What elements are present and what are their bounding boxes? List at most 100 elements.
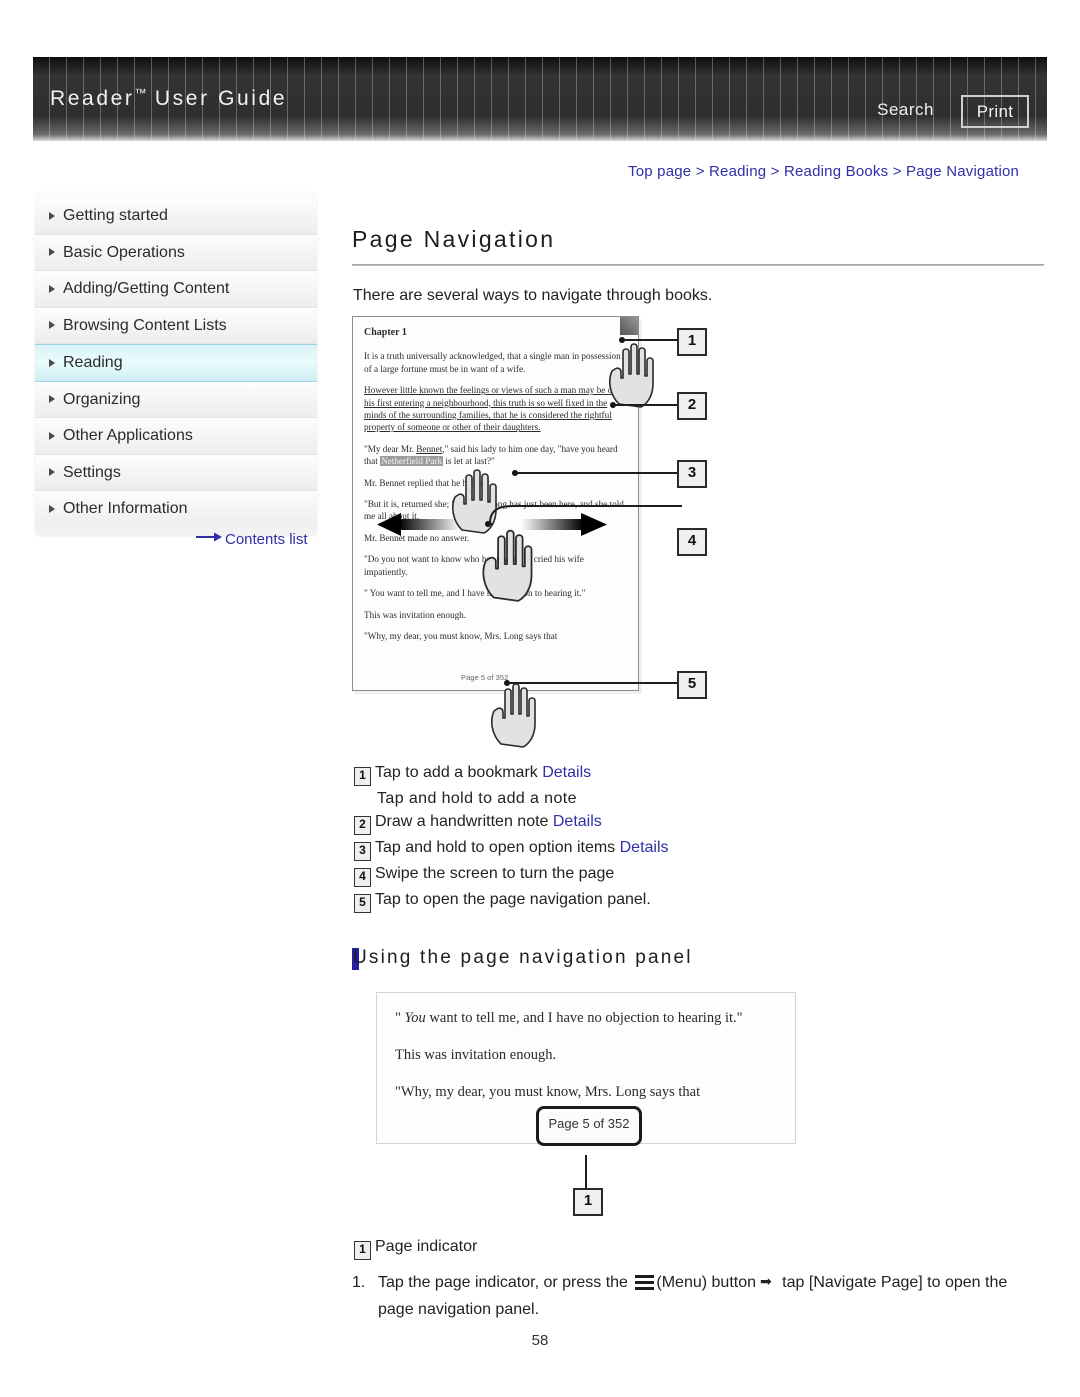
legend-number: 2: [354, 816, 371, 835]
contents-list-label: Contents list: [225, 531, 308, 548]
legend-text-wrap: Swipe the screen to turn the page: [375, 865, 614, 883]
highlighted-text: Netherfield Park: [380, 456, 444, 467]
app-header: Reader™ User Guide Search Print: [33, 57, 1047, 141]
legend-text: Page indicator: [375, 1238, 478, 1255]
ereader-paragraph: "Do you not want to know who has taken i…: [364, 554, 584, 577]
chevron-right-icon: [49, 284, 55, 293]
ereader-paragraph: "Why, my dear, you must know, Mrs. Long …: [364, 630, 558, 641]
sidebar-item-label: Reading: [63, 354, 123, 371]
legend-number: 4: [354, 868, 371, 887]
ereader-paragraph: It is a truth universally acknowledged, …: [364, 351, 621, 374]
step-text-part2: (Menu) button: [656, 1274, 756, 1291]
legend-text: Draw a handwritten note: [375, 813, 553, 830]
legend-text-wrap: Tap to add a bookmark Details: [375, 764, 591, 782]
sidebar-item-adding-getting-content[interactable]: Adding/Getting Content: [35, 271, 317, 308]
subheading: Using the page navigation panel: [353, 947, 693, 968]
sidebar-item-getting-started[interactable]: Getting started: [35, 198, 317, 235]
chevron-right-icon: [49, 358, 55, 367]
panel-line-3: "Why, my dear, you must know, Mrs. Long …: [395, 1084, 701, 1100]
legend-number: 5: [354, 894, 371, 913]
ereader-body-text: Chapter 1 It is a truth universally ackn…: [364, 327, 628, 651]
legend-text-wrap: Tap to open the page navigation panel.: [375, 891, 651, 909]
arrow-right-glyph-icon: ➡: [760, 1273, 772, 1289]
breadcrumb[interactable]: Top page > Reading > Reading Books > Pag…: [628, 163, 1019, 180]
sidebar-item-basic-operations[interactable]: Basic Operations: [35, 234, 317, 271]
contents-list-link[interactable]: Contents list: [196, 529, 308, 548]
step-text-part4: page navigation panel.: [378, 1301, 540, 1318]
sidebar-item-organizing[interactable]: Organizing: [35, 381, 317, 418]
callout-3: 3: [677, 460, 707, 488]
sidebar-item-label: Adding/Getting Content: [63, 280, 230, 297]
sidebar-nav: Getting started Basic Operations Adding/Ge…: [35, 192, 317, 535]
ereader-paragraph-underlined: However little known the feelings or vie…: [364, 385, 617, 433]
callout-2: 2: [677, 392, 707, 420]
chevron-right-icon: [49, 468, 55, 477]
intro-paragraph: There are several ways to navigate throu…: [353, 287, 713, 304]
panel-line1-rest: want to tell me, and I have no objection…: [425, 1010, 743, 1026]
chevron-right-icon: [49, 321, 55, 330]
sidebar-item-browsing-content-lists[interactable]: Browsing Content Lists: [35, 307, 317, 344]
sidebar-item-label: Settings: [63, 463, 121, 481]
chevron-right-icon: [49, 431, 55, 440]
leader-line: [613, 404, 677, 406]
step-text-part3: tap [Navigate Page] to open the: [777, 1274, 1008, 1291]
legend-text: Tap and hold to open option items: [375, 839, 620, 856]
panel-legend: 1 Page indicator: [354, 1238, 477, 1264]
panel-quote-open: ": [395, 1010, 405, 1026]
legend-text-wrap: Draw a handwritten note Details: [375, 813, 602, 831]
step-number: 1.: [352, 1274, 366, 1291]
sidebar-item-label: Basic Operations: [63, 243, 185, 261]
legend-row: 5 Tap to open the page navigation panel.: [354, 891, 669, 913]
trademark-symbol: ™: [134, 86, 147, 100]
print-button[interactable]: Print: [961, 95, 1029, 128]
menu-icon: [635, 1275, 655, 1290]
legend-row: 4 Swipe the screen to turn the page: [354, 865, 669, 887]
reader-screen-figure: Chapter 1 It is a truth universally ackn…: [352, 316, 724, 748]
leader-line-elbow: [489, 505, 682, 524]
instruction-step: 1. Tap the page indicator, or press the (…: [352, 1268, 1042, 1323]
sidebar-item-reading[interactable]: Reading: [35, 344, 317, 382]
ereader-paragraph: Mr. Bennet replied that he had not.: [364, 477, 493, 488]
page-indicator-pill[interactable]: Page 5 of 352: [536, 1106, 642, 1146]
chevron-right-icon: [49, 211, 55, 220]
sidebar-item-other-information[interactable]: Other Information: [35, 491, 317, 527]
page-number: 58: [531, 1332, 549, 1349]
legend-number: 1: [354, 767, 371, 786]
app-title: Reader™ User Guide: [50, 86, 287, 111]
legend-row: 1 Page indicator: [354, 1238, 477, 1260]
legend-text: Tap to add a bookmark: [375, 764, 543, 781]
step-text-part1: Tap the page indicator, or press the: [378, 1274, 633, 1291]
sidebar-item-settings[interactable]: Settings: [35, 454, 317, 491]
panel-italic-word: You: [404, 1010, 426, 1026]
details-link[interactable]: Details: [542, 764, 591, 781]
legend-row: 1 Tap to add a bookmark Details: [354, 764, 669, 786]
details-link[interactable]: Details: [553, 813, 602, 830]
legend-text: Tap to open the page navigation panel.: [375, 891, 651, 908]
chevron-right-icon: [49, 504, 55, 513]
sidebar-item-label: Organizing: [63, 390, 141, 408]
ereader-paragraph: " You want to tell me, and I have no obj…: [364, 588, 586, 599]
sidebar-item-label: Browsing Content Lists: [63, 316, 227, 334]
legend-text: Swipe the screen to turn the page: [375, 865, 615, 882]
sidebar-item-label: Getting started: [63, 207, 168, 224]
sidebar-item-other-applications[interactable]: Other Applications: [35, 418, 317, 455]
page-title: Page Navigation: [352, 226, 556, 252]
ereader-page-indicator[interactable]: Page 5 of 352: [461, 673, 508, 682]
leader-line: [515, 472, 677, 474]
search-button[interactable]: Search: [877, 100, 934, 120]
leader-line: [507, 682, 677, 684]
ereader-paragraph: "My dear Mr. Bennet," said his lady to h…: [364, 443, 618, 467]
page-navigation-panel-figure: " You want to tell me, and I have no obj…: [376, 992, 796, 1146]
panel-callout-1: 1: [573, 1188, 603, 1216]
leader-line: [622, 339, 677, 341]
callout-5: 5: [677, 671, 707, 699]
sidebar-item-label: Other Information: [63, 500, 188, 517]
app-title-main: Reader: [50, 87, 135, 110]
legend-text-wrap: Tap and hold to open option items Detail…: [375, 839, 669, 857]
figure-legend-list: 1 Tap to add a bookmark Details Tap and ho…: [354, 764, 669, 917]
legend-subtext: Tap and hold to add a note: [377, 790, 577, 807]
legend-number: 1: [354, 1241, 371, 1260]
details-link[interactable]: Details: [620, 839, 669, 856]
callout-4: 4: [677, 528, 707, 556]
legend-row: 3 Tap and hold to open option items Detai…: [354, 839, 669, 861]
